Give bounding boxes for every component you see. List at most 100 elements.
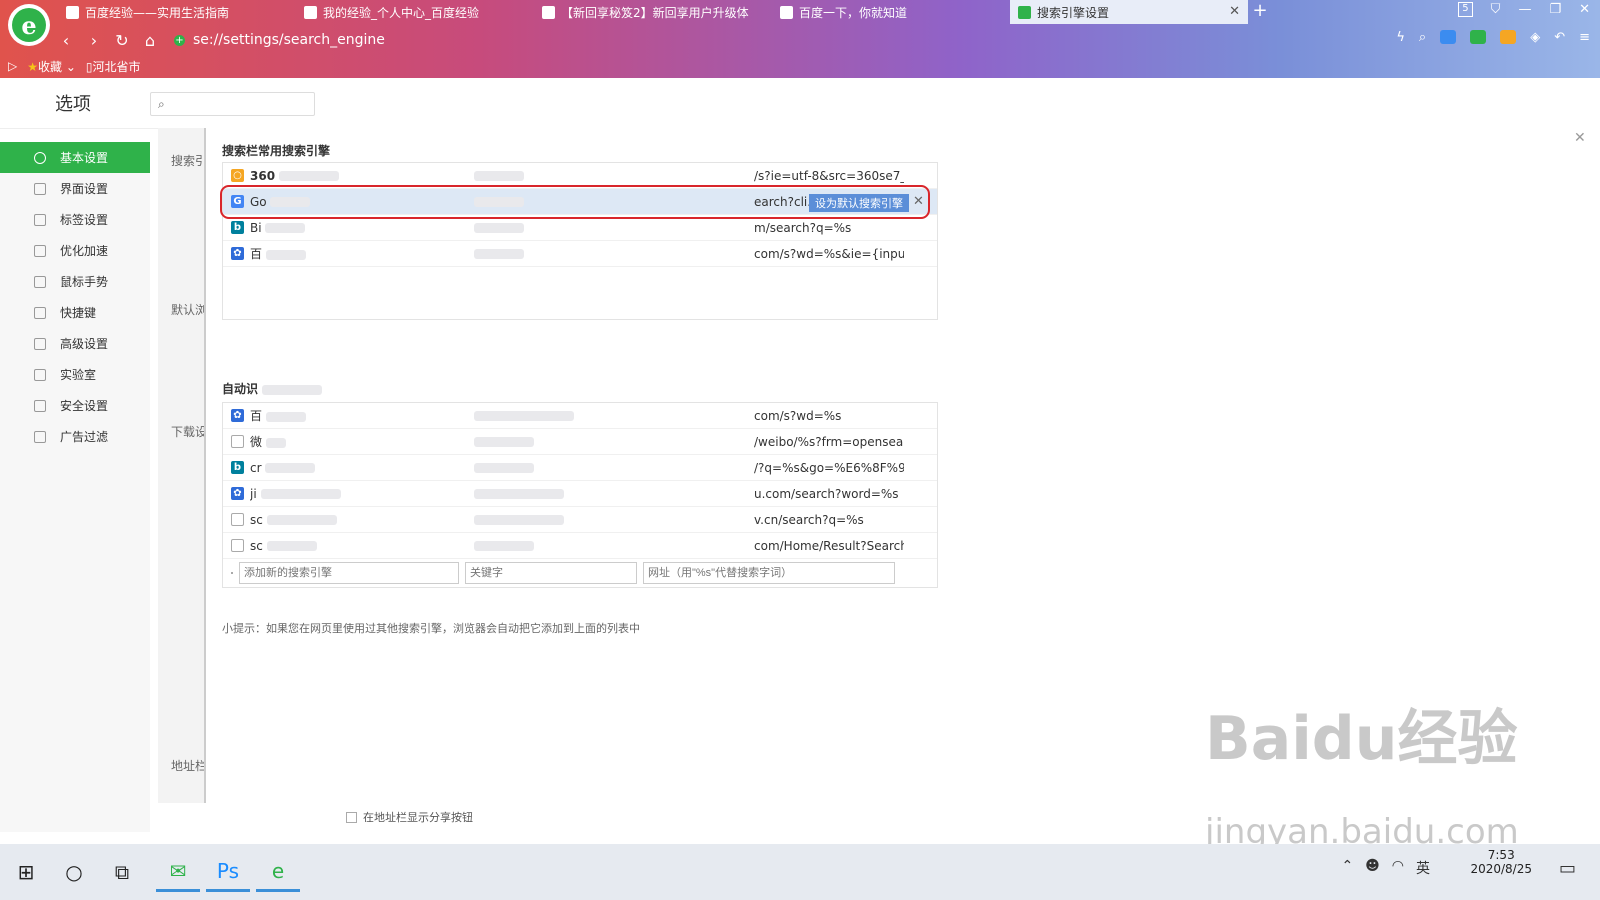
new-engine-name-input[interactable] <box>239 562 459 584</box>
dialog-close-icon[interactable]: ✕ <box>1574 130 1586 146</box>
sidebar-item-shortcuts[interactable]: 快捷键 <box>0 297 150 328</box>
close-window-icon[interactable]: ✕ <box>1579 2 1590 17</box>
extension-green-icon[interactable] <box>1470 30 1487 44</box>
engine-name: 百 <box>250 409 263 423</box>
auto-engines-title: 自动识 <box>222 380 323 397</box>
paw-icon <box>780 5 793 19</box>
windows-start-icon[interactable]: ⊞ <box>4 852 48 892</box>
extension-orange-icon[interactable] <box>1500 30 1517 44</box>
bing-icon: b <box>231 461 244 474</box>
new-tab-button[interactable]: + <box>1248 0 1272 24</box>
tab-baidu[interactable]: 百度一下，你就知道 <box>772 0 1010 24</box>
engine-name: sc <box>250 512 263 527</box>
engine-name: 微 <box>250 435 263 449</box>
clock-date: 2020/8/25 <box>1470 862 1532 876</box>
page-title: 选项 <box>55 94 91 115</box>
task-view-icon[interactable]: ⧉ <box>100 852 144 892</box>
refresh-icon[interactable]: ↻ <box>108 31 136 50</box>
sidebar-item-mouse-gesture[interactable]: 鼠标手势 <box>0 266 150 297</box>
tab-my-jingyan[interactable]: 我的经验_个人中心_百度经验 <box>296 0 534 24</box>
content-backdrop <box>158 128 205 803</box>
sidebar-item-basic[interactable]: 基本设置 <box>0 142 150 173</box>
engine-row-auto[interactable]: 微 /weibo/%s?frm=opensearch <box>223 429 937 455</box>
baidu-paw-icon: ✿ <box>231 487 244 500</box>
bookmark-hebei[interactable]: ▯河北省市 <box>86 58 141 75</box>
engine-url: m/search?q=%s <box>754 220 852 235</box>
engine-url: v.cn/search?q=%s <box>754 512 864 527</box>
chevron-up-icon[interactable]: ⌃ <box>1341 858 1353 878</box>
360-icon: ○ <box>231 169 244 182</box>
sidebar-item-tabs[interactable]: 标签设置 <box>0 204 150 235</box>
new-engine-url-input[interactable] <box>643 562 895 584</box>
notification-icon[interactable]: ▭ <box>1559 858 1576 879</box>
restore-icon[interactable]: ❐ <box>1549 2 1561 17</box>
engine-row-auto[interactable]: sc v.cn/search?q=%s <box>223 507 937 533</box>
engine-row-auto[interactable]: b cr /?q=%s&go=%E6%8F%90... <box>223 455 937 481</box>
sidebar-item-security[interactable]: 安全设置 <box>0 390 150 421</box>
flask-icon <box>34 368 46 381</box>
engine-row-auto[interactable]: ✿ ji u.com/search?word=%s <box>223 481 937 507</box>
forward-icon[interactable]: › <box>80 31 108 50</box>
tip-text: 小提示：如果您在网页里使用过其他搜索引擎，浏览器会自动把它添加到上面的列表中 <box>222 622 640 635</box>
close-tab-icon[interactable]: ✕ <box>1229 4 1240 19</box>
tab-search-engine-settings[interactable]: 搜索引擎设置 ✕ <box>1010 0 1248 24</box>
search-icon[interactable]: ⌕ <box>1419 30 1426 45</box>
engine-name: Bi <box>250 220 262 235</box>
mouse-icon <box>34 275 46 288</box>
tab-xinhuixiang[interactable]: 【新回享秘笈2】新回享用户升级体 <box>534 0 772 24</box>
clock[interactable]: 7:53 2020/8/25 <box>1470 848 1532 876</box>
expand-sidebar-icon[interactable]: ▷ <box>8 59 17 73</box>
baidu-paw-icon: ✿ <box>231 409 244 422</box>
bookmark-favorites[interactable]: ★收藏 ⌄ <box>27 58 76 75</box>
checkbox[interactable] <box>346 811 357 823</box>
tab-baidu-jingyan[interactable]: 百度经验——实用生活指南 <box>58 0 296 24</box>
extension-blue-icon[interactable] <box>1440 30 1457 44</box>
shirt-icon[interactable]: ⛉ <box>1491 2 1501 17</box>
section-label-default-browser: 默认浏 <box>171 303 208 317</box>
engine-name: cr <box>250 460 262 475</box>
new-engine-keyword-input[interactable] <box>465 562 637 584</box>
engine-name: sc <box>250 538 263 553</box>
cortana-icon[interactable]: ○ <box>52 852 96 892</box>
engine-row-auto[interactable]: sc com/Home/Result?SearchW... <box>223 533 937 559</box>
ime-icon[interactable]: 英 <box>1416 858 1430 878</box>
sidebar-item-optimize[interactable]: 优化加速 <box>0 235 150 266</box>
sidebar-item-adblock[interactable]: 广告过滤 <box>0 421 150 452</box>
qq-icon[interactable]: ☻ <box>1365 858 1380 878</box>
sidebar-item-lab[interactable]: 实验室 <box>0 359 150 390</box>
window-icon <box>34 182 46 195</box>
settings-search-input[interactable]: ⌕ <box>150 92 315 116</box>
game-icon[interactable]: ◈ <box>1530 30 1540 45</box>
engine-name: 360 <box>250 168 276 183</box>
home-icon[interactable]: ⌂ <box>136 31 164 50</box>
tab-icon <box>34 213 46 226</box>
wechat-icon[interactable]: ✉ <box>156 852 200 892</box>
browser-logo-icon[interactable]: e <box>8 4 50 46</box>
wifi-icon[interactable]: ◠ <box>1392 858 1404 878</box>
photoshop-icon[interactable]: Ps <box>206 852 250 892</box>
share-button-checkbox[interactable]: 在地址栏显示分享按钮 <box>346 809 473 825</box>
engine-row-auto[interactable]: ✿ 百 com/s?wd=%s <box>223 403 937 429</box>
engine-row-baidu[interactable]: ✿ 百 com/s?wd=%s&ie={inputEn... <box>223 241 937 267</box>
bookmarks-bar: ▷ ★收藏 ⌄ ▯河北省市 <box>8 56 141 76</box>
clock-time: 7:53 <box>1487 848 1515 862</box>
add-engine-row <box>223 559 937 587</box>
wrench-icon <box>34 337 46 350</box>
page-icon <box>231 572 233 574</box>
page-icon: ▯ <box>85 59 93 74</box>
back-icon[interactable]: ‹ <box>52 31 80 50</box>
window-controls: 5 ⛉ — ❐ ✕ <box>1458 2 1590 17</box>
toolbar-extensions: ϟ ⌕ ◈ ↶ ≡ <box>1396 30 1590 45</box>
menu-icon[interactable]: ≡ <box>1579 30 1590 45</box>
browser-taskbar-icon[interactable]: e <box>256 852 300 892</box>
tab-count-badge[interactable]: 5 <box>1458 2 1473 17</box>
address-bar[interactable]: + se://settings/search_engine <box>174 32 1074 48</box>
lightning-icon[interactable]: ϟ <box>1396 30 1405 45</box>
engine-url: /s?ie=utf-8&src=360se7_a... <box>754 168 904 183</box>
sidebar-item-advanced[interactable]: 高级设置 <box>0 328 150 359</box>
undo-icon[interactable]: ↶ <box>1554 30 1565 45</box>
sidebar-item-interface[interactable]: 界面设置 <box>0 173 150 204</box>
engine-name: ji <box>250 486 257 501</box>
minimize-icon[interactable]: — <box>1518 2 1531 17</box>
highlight-annotation <box>220 185 930 219</box>
